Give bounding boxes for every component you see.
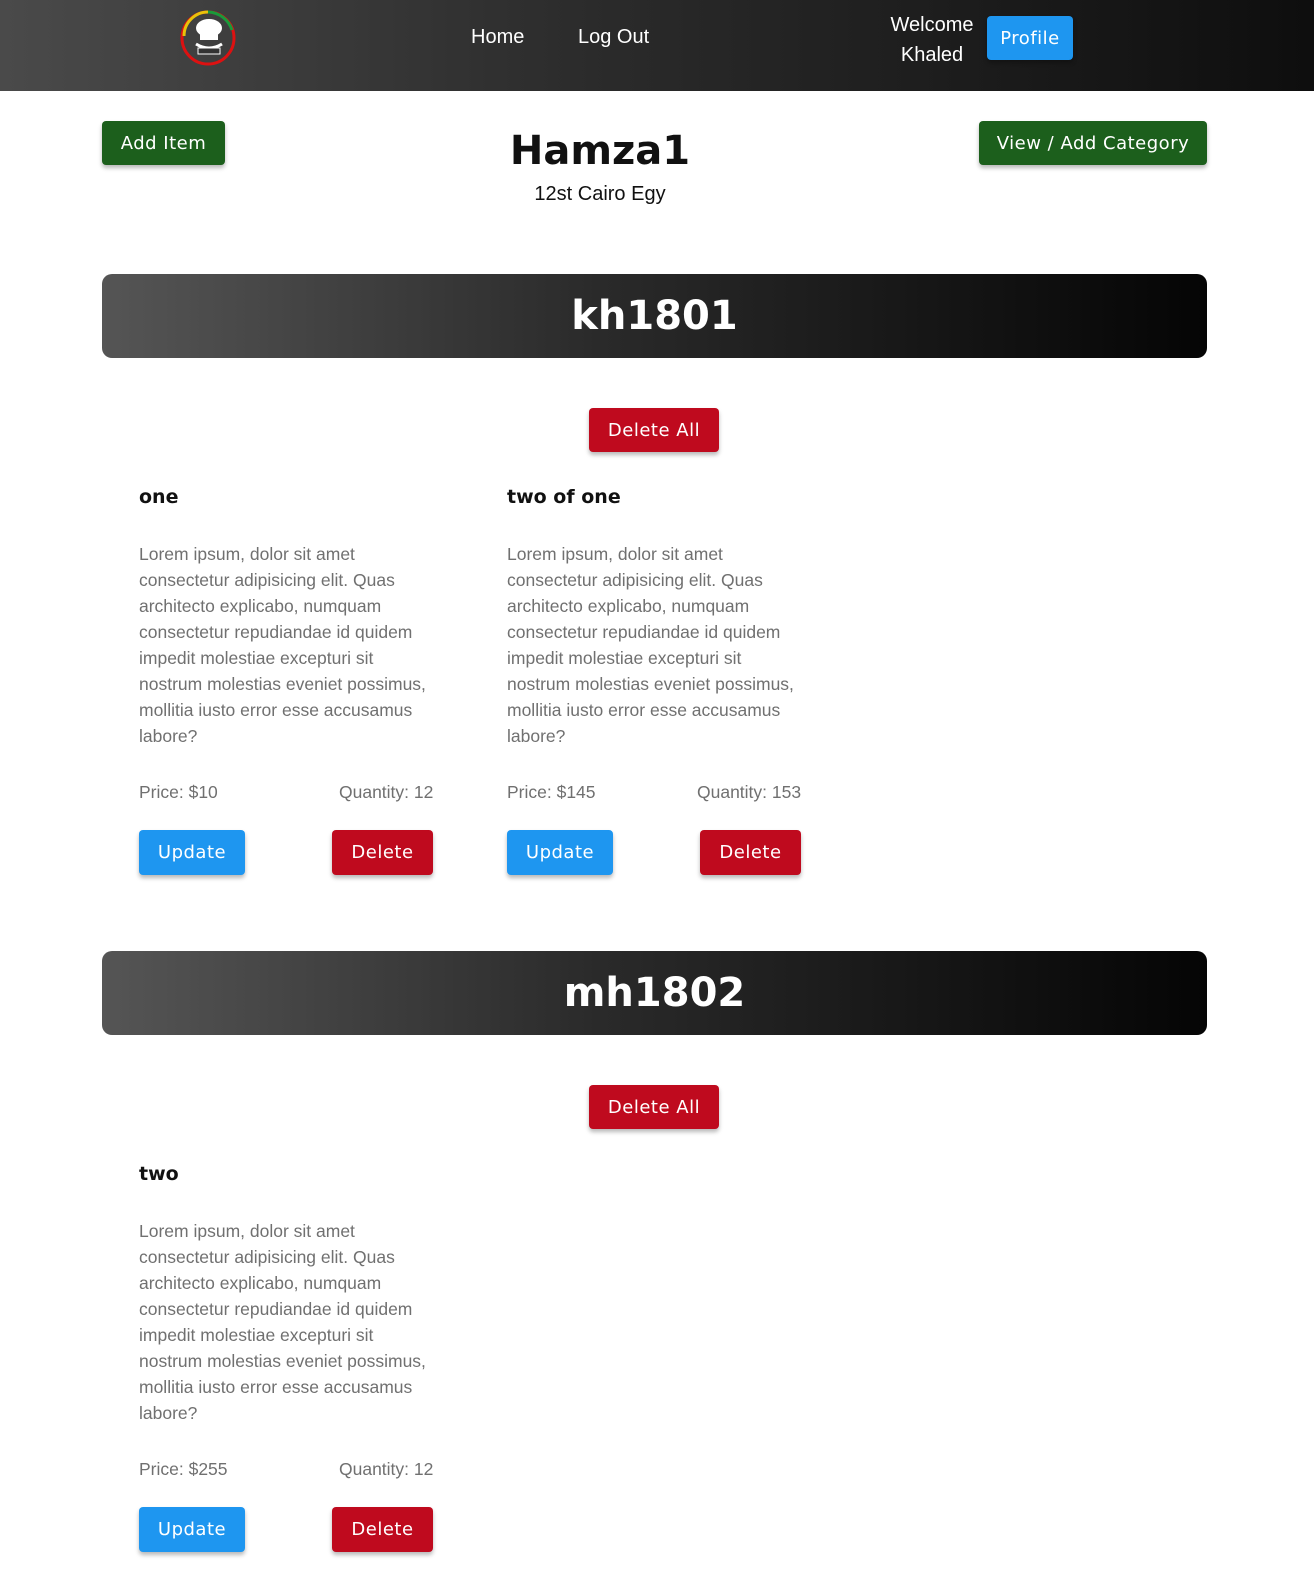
nav-logout-link[interactable]: Log Out: [578, 26, 649, 49]
welcome-message: Welcome Khaled: [880, 10, 984, 70]
delete-all-button[interactable]: Delete All: [589, 408, 719, 452]
profile-button[interactable]: Profile: [987, 16, 1073, 60]
add-item-button[interactable]: Add Item: [102, 121, 225, 165]
category-banner: kh1801: [102, 274, 1207, 358]
welcome-text: Welcome: [890, 14, 974, 36]
delete-all-button[interactable]: Delete All: [589, 1085, 719, 1129]
update-button[interactable]: Update: [507, 830, 613, 875]
chef-logo-icon[interactable]: [180, 8, 238, 66]
store-name: Hamza1: [509, 128, 691, 174]
item-title: one: [139, 486, 179, 508]
view-add-category-button[interactable]: View / Add Category: [979, 121, 1207, 165]
update-button[interactable]: Update: [139, 1507, 245, 1552]
category-banner: mh1802: [102, 951, 1207, 1035]
item-description: Lorem ipsum, dolor sit amet consectetur …: [139, 1221, 426, 1423]
delete-button[interactable]: Delete: [332, 830, 433, 875]
user-name: Khaled: [900, 44, 964, 66]
delete-button[interactable]: Delete: [332, 1507, 433, 1552]
delete-button[interactable]: Delete: [700, 830, 801, 875]
item-quantity: Quantity: 153: [697, 782, 802, 802]
update-button[interactable]: Update: [139, 830, 245, 875]
item-price: Price: $145: [507, 782, 596, 802]
store-address: 12st Cairo Egy: [534, 183, 666, 205]
item-price: Price: $10: [139, 782, 218, 802]
item-quantity: Quantity: 12: [339, 1459, 434, 1479]
item-title: two: [139, 1163, 179, 1185]
nav-home-link[interactable]: Home: [471, 26, 524, 49]
item-title: two of one: [507, 486, 621, 508]
navbar: Home Log Out Welcome Khaled Profile: [0, 0, 1314, 91]
item-description: Lorem ipsum, dolor sit amet consectetur …: [507, 544, 794, 746]
item-description: Lorem ipsum, dolor sit amet consectetur …: [139, 544, 426, 746]
item-quantity: Quantity: 12: [339, 782, 434, 802]
item-price: Price: $255: [139, 1459, 228, 1479]
